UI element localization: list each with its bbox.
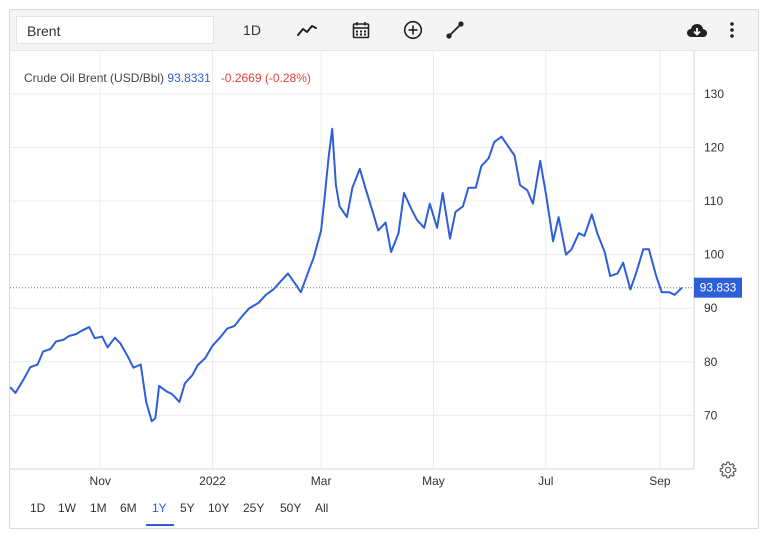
cloud-download-icon — [687, 24, 707, 37]
price-series-line — [9, 127, 683, 423]
add-indicator-button[interactable] — [398, 10, 428, 50]
y-tick-label: 70 — [704, 408, 718, 422]
draw-line-icon — [446, 21, 464, 39]
range-50y[interactable]: 50Y — [280, 501, 301, 515]
legend-name: Crude Oil Brent (USD/Bbl) — [24, 71, 165, 85]
interval-button[interactable]: 1D — [232, 10, 272, 50]
more-vertical-icon — [730, 22, 734, 38]
price-chart[interactable]: 70 80 90 100 110 120 130 Nov 2022 Mar May Jul Sep 93.… — [9, 51, 758, 489]
download-button[interactable] — [682, 10, 712, 50]
legend-last-price: 93.8331 — [167, 71, 211, 85]
range-1m[interactable]: 1M — [90, 501, 107, 515]
legend-change: -0.2669 (-0.28%) — [220, 71, 311, 85]
x-tick-label: Nov — [90, 474, 111, 488]
chart-toolbar: Brent 1D — [10, 10, 758, 51]
calendar-button[interactable] — [346, 10, 376, 50]
chart-area[interactable]: 70 80 90 100 110 120 130 Nov 2022 Mar May Jul Sep 93.… — [9, 51, 758, 489]
x-tick-label: May — [422, 474, 445, 488]
add-circle-icon — [403, 20, 423, 40]
y-tick-label: 80 — [704, 355, 718, 369]
x-tick-label: 2022 — [199, 474, 226, 488]
range-bar: 1D 1W 1M 6M 1Y 5Y 10Y 25Y 50Y All — [10, 489, 758, 528]
y-tick-label: 100 — [704, 248, 724, 262]
range-1w[interactable]: 1W — [58, 501, 76, 515]
active-range-underline — [146, 524, 174, 526]
range-all[interactable]: All — [315, 501, 328, 515]
chart-legend: Crude Oil Brent (USD/Bbl) 93.8331 -0.266… — [24, 71, 311, 85]
line-chart-icon — [297, 25, 317, 36]
x-tick-label: Sep — [649, 474, 671, 488]
chart-type-button[interactable] — [292, 10, 322, 50]
draw-tool-button[interactable] — [440, 10, 470, 50]
symbol-input[interactable]: Brent — [16, 16, 214, 44]
x-tick-label: Jul — [538, 474, 553, 488]
interval-label: 1D — [243, 22, 261, 38]
symbol-text: Brent — [27, 23, 61, 39]
y-tick-label: 120 — [704, 140, 724, 154]
y-tick-label: 110 — [704, 194, 723, 208]
settings-gear-icon[interactable] — [718, 460, 738, 480]
range-1d[interactable]: 1D — [30, 501, 45, 515]
y-tick-label: 90 — [704, 301, 718, 315]
range-25y[interactable]: 25Y — [243, 501, 264, 515]
last-price-tag-label: 93.833 — [700, 281, 737, 295]
more-menu-button[interactable] — [722, 10, 742, 50]
y-tick-label: 130 — [704, 87, 724, 101]
range-1y[interactable]: 1Y — [152, 501, 167, 515]
range-10y[interactable]: 10Y — [208, 501, 229, 515]
range-6m[interactable]: 6M — [120, 501, 137, 515]
calendar-icon — [352, 22, 370, 39]
chart-widget: Brent 1D 70 80 90 100 110 120 130 Nov 20… — [9, 9, 759, 529]
x-tick-label: Mar — [311, 474, 332, 488]
range-5y[interactable]: 5Y — [180, 501, 195, 515]
